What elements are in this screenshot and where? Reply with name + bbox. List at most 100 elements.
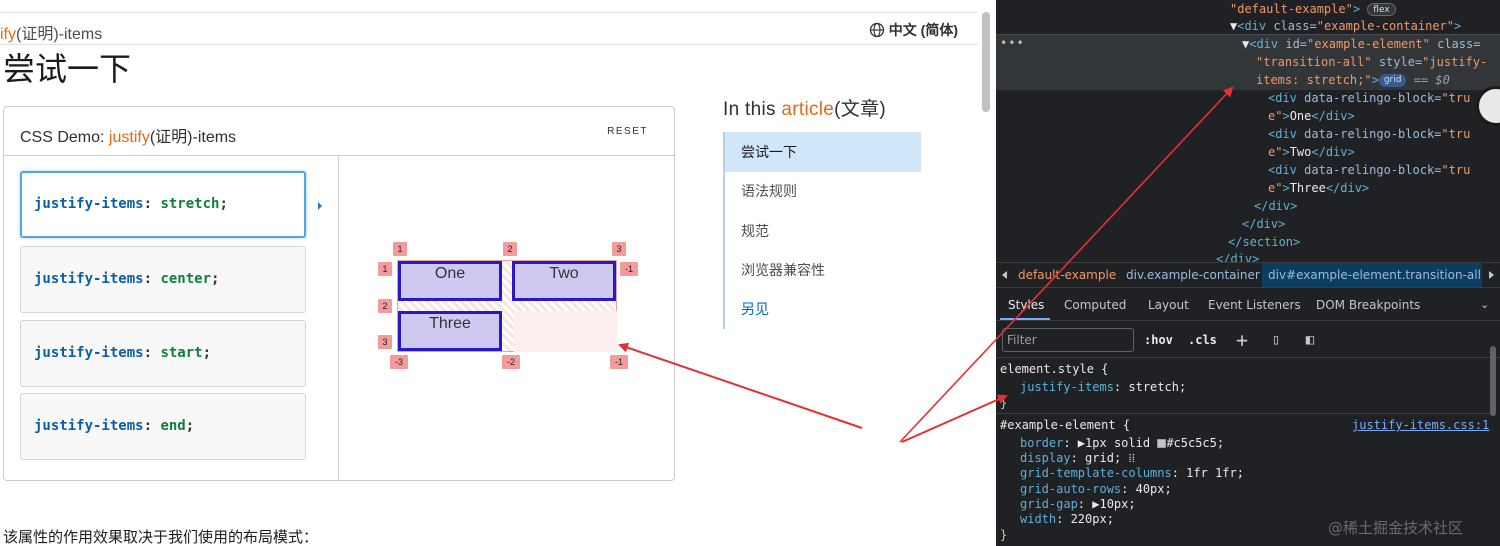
demo-title: CSS Demo: justify(证明)-items bbox=[20, 129, 237, 146]
globe-icon bbox=[869, 22, 884, 38]
cls-toggle[interactable]: .cls bbox=[1188, 333, 1217, 347]
dom-line[interactable]: </div> bbox=[1216, 250, 1259, 262]
toc-heading: In this article(文章) bbox=[723, 99, 887, 120]
decl-border[interactable]: border: ▶1px solid #c5c5c5; bbox=[1020, 436, 1224, 451]
element-style-selector: element.style { bbox=[1000, 362, 1109, 376]
empty-grid-cell bbox=[514, 311, 617, 352]
tab-computed[interactable]: Computed bbox=[1064, 298, 1126, 312]
grid-line-tag: -1 bbox=[610, 355, 628, 369]
chevron-down-icon[interactable]: ⌄ bbox=[1480, 298, 1489, 311]
option-start[interactable]: justify-items: start; bbox=[20, 320, 306, 387]
dom-line[interactable]: e">Two</div> bbox=[1268, 143, 1355, 161]
rule-selector: #example-element { bbox=[1000, 418, 1131, 432]
demo-options: justify-items: stretch; justify-items: c… bbox=[4, 156, 339, 481]
table-of-contents: 尝试一下 语法规则 规范 浏览器兼容性 另见 bbox=[723, 132, 921, 329]
page-scrollbar[interactable] bbox=[982, 12, 990, 112]
dom-line-selected[interactable]: "transition-all" style="justify- bbox=[1256, 53, 1487, 71]
grid-item-one: One bbox=[398, 261, 502, 301]
relingo-icon[interactable] bbox=[1476, 86, 1500, 126]
example-grid: One Two Three bbox=[397, 260, 617, 352]
demo-header: CSS Demo: justify(证明)-items RESET bbox=[4, 107, 674, 156]
dom-line-selected[interactable]: items: stretch;"> grid == $0 bbox=[1256, 71, 1450, 89]
css-demo-panel: CSS Demo: justify(证明)-items RESET justif… bbox=[3, 106, 675, 481]
toc-item-try-it[interactable]: 尝试一下 bbox=[725, 132, 921, 172]
language-label: 中文 (简体) bbox=[888, 22, 958, 38]
color-swatch-icon[interactable] bbox=[1157, 439, 1167, 448]
dom-line[interactable]: </div> bbox=[1254, 197, 1297, 215]
rule-separator bbox=[996, 413, 1490, 414]
add-rule-icon[interactable]: + bbox=[1234, 330, 1250, 350]
option-stretch[interactable]: justify-items: stretch; bbox=[20, 171, 306, 238]
breadcrumb-accent: ify bbox=[0, 26, 16, 43]
grid-line-tag: -1 bbox=[620, 262, 638, 276]
watermark: @稀土掘金技术社区 bbox=[1328, 519, 1464, 537]
dom-line[interactable]: e">One</div> bbox=[1268, 107, 1355, 125]
tab-dom-breakpoints[interactable]: DOM Breakpoints bbox=[1316, 298, 1420, 312]
devtools-scrollbar[interactable] bbox=[1490, 346, 1496, 416]
page-breadcrumb[interactable]: ify(证明)-items bbox=[0, 20, 102, 44]
grid-line-tag: 2 bbox=[503, 242, 517, 256]
dom-line[interactable]: <div data-relingo-block="tru bbox=[1268, 161, 1470, 179]
tab-styles[interactable]: Styles bbox=[1008, 298, 1044, 312]
element-style-decl[interactable]: justify-items: stretch; bbox=[1020, 380, 1186, 395]
tab-event-listeners[interactable]: Event Listeners bbox=[1208, 298, 1301, 312]
page-title: 尝试一下 bbox=[3, 50, 132, 88]
hov-toggle[interactable]: :hov bbox=[1144, 333, 1173, 347]
grid-badge[interactable]: grid bbox=[1378, 74, 1407, 87]
toggle-sidebar-icon[interactable]: ◧ bbox=[1302, 332, 1318, 348]
grid-line-tag: 3 bbox=[378, 335, 392, 349]
toc-item-see-also[interactable]: 另见 bbox=[725, 289, 921, 329]
decl-width[interactable]: width: 220px; bbox=[1020, 512, 1114, 527]
option-center[interactable]: justify-items: center; bbox=[20, 246, 306, 313]
dom-line[interactable]: "default-example"> flex bbox=[1230, 0, 1396, 18]
breadcrumb-example-element[interactable]: div#example-element.transition-all bbox=[1268, 268, 1481, 282]
tab-layout[interactable]: Layout bbox=[1148, 298, 1189, 312]
toc-item-spec[interactable]: 规范 bbox=[725, 211, 921, 251]
grid-editor-icon[interactable]: ⁞⁞ bbox=[1128, 451, 1135, 465]
option-end[interactable]: justify-items: end; bbox=[20, 393, 306, 460]
rule-source-link[interactable]: justify-items.css:1 bbox=[1352, 418, 1489, 433]
dom-line[interactable]: <div data-relingo-block="tru bbox=[1268, 89, 1470, 107]
active-tab-indicator bbox=[1000, 318, 1050, 320]
grid-line-tag: 3 bbox=[612, 242, 626, 256]
decl-grid-template-columns[interactable]: grid-template-columns: 1fr 1fr; bbox=[1020, 466, 1244, 481]
filter-input[interactable]: Filter bbox=[1002, 328, 1134, 352]
body-paragraph: 该属性的作用效果取决于我们使用的布局模式： bbox=[3, 529, 319, 546]
styles-toolbar: Filter :hov .cls + ▯ ◧ bbox=[996, 322, 1500, 358]
grid-line-tag: 1 bbox=[378, 262, 392, 276]
breadcrumb-example-container[interactable]: div.example-container bbox=[1126, 268, 1260, 282]
grid-line-tag: 1 bbox=[393, 242, 407, 256]
paint-brush-icon[interactable]: ▯ bbox=[1268, 332, 1284, 348]
devtools-panel: "default-example"> flex ▼<div class="exa… bbox=[996, 0, 1500, 546]
language-switcher[interactable]: 中文 (简体) bbox=[869, 20, 958, 40]
breadcrumb-default-example[interactable]: default-example bbox=[1018, 268, 1116, 282]
breadcrumb-rest: (证明)-items bbox=[16, 26, 103, 43]
dom-line[interactable]: <div data-relingo-block="tru bbox=[1268, 125, 1470, 143]
styles-tabs: Styles Computed Layout Event Listeners D… bbox=[996, 289, 1500, 321]
dom-line[interactable]: </section> bbox=[1228, 233, 1300, 251]
reset-button[interactable]: RESET bbox=[607, 126, 648, 137]
toc-item-compat[interactable]: 浏览器兼容性 bbox=[725, 250, 921, 290]
scroll-left-icon[interactable] bbox=[1002, 271, 1007, 279]
dom-line[interactable]: </div> bbox=[1242, 215, 1285, 233]
selected-caret-icon bbox=[318, 202, 322, 210]
scroll-right-icon[interactable] bbox=[1489, 271, 1494, 279]
dom-line-selected[interactable]: ▼<div id="example-element" class= bbox=[1242, 35, 1480, 53]
flex-badge[interactable]: flex bbox=[1367, 3, 1396, 16]
dom-line[interactable]: e">Three</div> bbox=[1268, 179, 1369, 197]
grid-line-tag: 2 bbox=[378, 299, 392, 313]
grid-item-three: Three bbox=[398, 311, 502, 351]
grid-line-tag: -2 bbox=[502, 355, 520, 369]
rule-close: } bbox=[1000, 528, 1008, 542]
element-style-close: } bbox=[1000, 396, 1008, 410]
dom-breadcrumbs: default-example div.example-container di… bbox=[996, 262, 1500, 288]
dom-line[interactable]: ▼<div class="example-container"> bbox=[1230, 17, 1461, 35]
grid-line-tag: -3 bbox=[390, 355, 408, 369]
top-breadcrumb-bar: ify(证明)-items 中文 (简体) bbox=[0, 12, 978, 45]
decl-grid-gap[interactable]: grid-gap: ▶10px; bbox=[1020, 497, 1136, 512]
mdn-page: ify(证明)-items 中文 (简体) 尝试一下 CSS Demo: jus… bbox=[0, 0, 996, 546]
toc-item-syntax[interactable]: 语法规则 bbox=[725, 171, 921, 211]
decl-display[interactable]: display: grid; ⁞⁞ bbox=[1020, 451, 1135, 466]
decl-grid-auto-rows[interactable]: grid-auto-rows: 40px; bbox=[1020, 482, 1172, 497]
more-dots-icon[interactable]: ••• bbox=[1000, 36, 1025, 50]
